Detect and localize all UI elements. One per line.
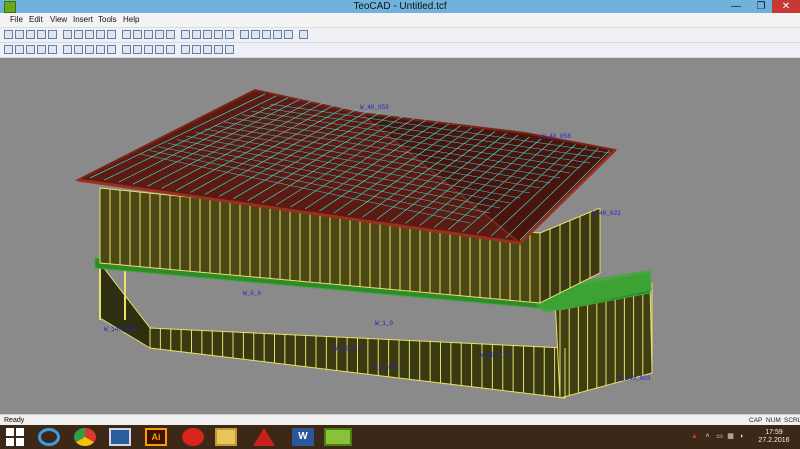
wall-label: W_40_058 <box>542 133 571 140</box>
box-icon[interactable] <box>122 30 131 39</box>
cube-left-icon[interactable] <box>107 45 116 54</box>
3d-viewport[interactable]: W_40_059 W_40_058 W_40_022 W_140_002 W_1… <box>0 58 800 414</box>
internet-explorer-icon[interactable] <box>38 428 60 446</box>
network-tray-icon[interactable]: ▦ <box>726 432 735 441</box>
ruler-icon[interactable] <box>273 30 282 39</box>
print-icon[interactable] <box>37 30 46 39</box>
menu-view[interactable]: View <box>50 13 67 27</box>
open-folder-icon[interactable] <box>15 30 24 39</box>
chrome-icon[interactable] <box>74 428 96 446</box>
autocad-icon[interactable] <box>253 428 275 446</box>
zoom-fit-icon[interactable] <box>74 45 83 54</box>
menu-file[interactable]: File <box>10 13 23 27</box>
windows-start-icon[interactable] <box>6 428 24 446</box>
wall-label: W_1_0 <box>375 320 394 327</box>
view-top-icon[interactable] <box>15 45 24 54</box>
illustrator-icon[interactable]: Ai <box>145 428 167 446</box>
menu-bar: File Edit View Insert Tools Help <box>0 13 800 28</box>
title-bar: TeoCAD - Untitled.tcf — ❐ ✕ <box>0 0 800 13</box>
wall-label: W_40_022 <box>592 210 621 217</box>
cube-front-icon[interactable] <box>85 45 94 54</box>
select-icon[interactable] <box>225 30 234 39</box>
menu-edit[interactable]: Edit <box>29 13 43 27</box>
point-icon[interactable] <box>63 30 72 39</box>
menu-insert[interactable]: Insert <box>73 13 93 27</box>
macro-icon[interactable] <box>284 30 293 39</box>
box-icon[interactable] <box>155 30 164 39</box>
cube-iso-icon[interactable] <box>155 45 164 54</box>
clock-date: 27.2.2016 <box>758 437 790 444</box>
image-icon[interactable] <box>214 30 223 39</box>
cube-right-icon[interactable] <box>122 45 131 54</box>
copy-icon[interactable] <box>107 30 116 39</box>
truss-icon[interactable] <box>262 30 271 39</box>
close-button[interactable]: ✕ <box>772 0 800 13</box>
file-explorer-icon[interactable] <box>215 428 237 446</box>
layer-icon[interactable] <box>225 45 234 54</box>
cube-top-icon[interactable] <box>133 45 142 54</box>
clock-time: 17:59 <box>765 429 783 436</box>
help-icon[interactable] <box>299 30 308 39</box>
secondary-toolbar <box>0 43 800 58</box>
wall-label: W_90_0_6 <box>334 345 363 352</box>
building-model <box>74 88 653 399</box>
box-icon[interactable] <box>144 30 153 39</box>
power-icon[interactable] <box>182 428 204 446</box>
monitor-tray-icon[interactable]: ▭ <box>715 432 724 441</box>
layer-icon[interactable] <box>181 45 190 54</box>
wall-label: W_40_059 <box>360 104 389 111</box>
move-icon[interactable] <box>240 30 249 39</box>
box-icon[interactable] <box>133 30 142 39</box>
maximize-button[interactable]: ❐ <box>750 0 772 13</box>
box-icon[interactable] <box>192 30 201 39</box>
save-icon[interactable] <box>26 30 35 39</box>
zoom-in-icon[interactable] <box>48 45 57 54</box>
wall-label: W_90_0_2 <box>480 352 509 359</box>
wall-label: W_1_001 <box>374 364 400 371</box>
window-title: TeoCAD - Untitled.tcf <box>353 1 447 12</box>
rotate-icon[interactable] <box>251 30 260 39</box>
show-hidden-icons-icon[interactable]: ˄ <box>703 432 712 441</box>
layer-icon[interactable] <box>166 45 175 54</box>
windows-taskbar: Ai W ▲ ˄ ▭ ▦ ◖ 17:59 27.2.2016 <box>0 425 800 449</box>
wall-label: W_140_002 <box>104 326 137 333</box>
zoom-out-icon[interactable] <box>63 45 72 54</box>
box-icon[interactable] <box>166 30 175 39</box>
minimize-button[interactable]: — <box>724 0 748 13</box>
render-icon[interactable] <box>26 45 35 54</box>
wall-label: W_0_0 <box>243 290 262 297</box>
line-icon[interactable] <box>74 30 83 39</box>
cube-bottom-icon[interactable] <box>144 45 153 54</box>
menu-help[interactable]: Help <box>123 13 139 27</box>
view-iso-icon[interactable] <box>4 45 13 54</box>
wireframe-icon[interactable] <box>37 45 46 54</box>
box-icon[interactable] <box>181 30 190 39</box>
cube-back-icon[interactable] <box>96 45 105 54</box>
primary-toolbar <box>0 28 800 43</box>
layer-icon[interactable] <box>192 45 201 54</box>
antivirus-tray-icon[interactable]: ▲ <box>690 432 699 441</box>
box-icon[interactable] <box>203 30 212 39</box>
clear-icon[interactable] <box>85 30 94 39</box>
grid-icon[interactable] <box>96 30 105 39</box>
remote-desktop-icon[interactable] <box>109 428 131 446</box>
undo-icon[interactable] <box>48 30 57 39</box>
layer-icon[interactable] <box>203 45 212 54</box>
new-file-icon[interactable] <box>4 30 13 39</box>
wall-label: W_140_003 <box>618 375 651 382</box>
volume-tray-icon[interactable]: ◖ <box>737 432 746 441</box>
layer-icon[interactable] <box>214 45 223 54</box>
teocad-icon[interactable] <box>324 428 352 446</box>
word-icon[interactable]: W <box>292 428 314 446</box>
menu-tools[interactable]: Tools <box>98 13 117 27</box>
taskbar-clock[interactable]: 17:59 27.2.2016 <box>752 429 796 445</box>
